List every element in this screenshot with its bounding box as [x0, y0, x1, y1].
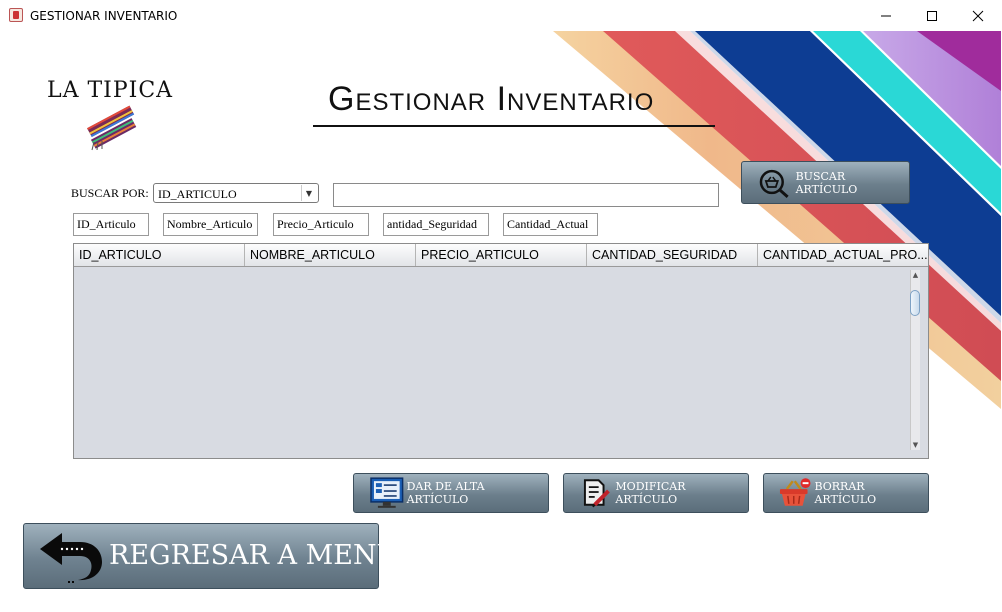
filter-precio-articulo[interactable]: Precio_Articulo: [273, 213, 369, 236]
modify-article-label: MODIFICAR ARTÍCULO: [615, 480, 686, 506]
modify-article-button[interactable]: MODIFICAR ARTÍCULO: [563, 473, 749, 513]
filter-nombre-articulo[interactable]: Nombre_Articulo: [163, 213, 258, 236]
close-button[interactable]: [955, 0, 1001, 31]
inventory-table[interactable]: ID_ARTICULO NOMBRE_ARTICULO PRECIO_ARTIC…: [73, 243, 929, 459]
edit-document-icon: [583, 479, 610, 508]
scroll-down-icon[interactable]: ▼: [911, 440, 920, 450]
page-title: Gestionar Inventario: [328, 80, 655, 118]
vertical-scrollbar[interactable]: ▲ ▼: [910, 270, 920, 450]
search-by-selected-value: ID_ARTICULO: [158, 187, 237, 201]
search-input[interactable]: [333, 183, 719, 207]
search-by-label: BUSCAR POR:: [71, 186, 149, 200]
basket-delete-icon: [779, 478, 811, 506]
delete-article-label: BORRAR ARTÍCULO: [814, 480, 877, 506]
minimize-button[interactable]: [863, 0, 909, 31]
filter-cantidad-seguridad[interactable]: antidad_Seguridad: [383, 213, 489, 236]
add-article-button[interactable]: DAR DE ALTA ARTÍCULO: [353, 473, 549, 513]
maximize-icon: [927, 10, 937, 21]
add-article-label: DAR DE ALTA ARTÍCULO: [406, 480, 485, 506]
scroll-up-icon[interactable]: ▲: [911, 270, 920, 280]
monitor-checklist-icon: [370, 477, 404, 508]
column-header[interactable]: CANTIDAD_ACTUAL_PRO...: [758, 244, 928, 266]
filter-id-articulo[interactable]: ID_Articulo: [73, 213, 149, 236]
java-app-icon: [9, 8, 23, 22]
chevron-down-icon: ▼: [301, 185, 316, 201]
title-underline: [313, 125, 715, 127]
delete-article-button[interactable]: BORRAR ARTÍCULO: [763, 473, 929, 513]
brand-logo-text: LA TIPICA: [47, 78, 174, 103]
column-header[interactable]: CANTIDAD_SEGURIDAD: [587, 244, 758, 266]
search-by-combobox[interactable]: ID_ARTICULO ▼: [153, 183, 319, 203]
close-icon: [972, 10, 984, 21]
filter-cantidad-actual[interactable]: Cantidad_Actual: [503, 213, 598, 236]
back-to-menu-label: REGRESAR A MENÚ: [109, 540, 400, 571]
window-titlebar: GESTIONAR INVENTARIO: [0, 0, 1002, 31]
scroll-thumb[interactable]: [910, 290, 920, 316]
minimize-icon: [881, 15, 891, 16]
window-title: GESTIONAR INVENTARIO: [30, 9, 178, 23]
back-arrow-icon: [40, 533, 102, 583]
search-basket-icon: [759, 169, 789, 198]
column-header[interactable]: PRECIO_ARTICULO: [416, 244, 587, 266]
maximize-button[interactable]: [909, 0, 955, 31]
scarf-logo-image: [86, 104, 141, 156]
search-article-button[interactable]: BUSCAR ARTÍCULO: [741, 161, 910, 204]
back-to-menu-button[interactable]: REGRESAR A MENÚ: [23, 523, 399, 589]
column-header[interactable]: NOMBRE_ARTICULO: [245, 244, 416, 266]
column-header[interactable]: ID_ARTICULO: [74, 244, 245, 266]
search-article-label: BUSCAR ARTÍCULO: [795, 169, 858, 196]
table-header: ID_ARTICULO NOMBRE_ARTICULO PRECIO_ARTIC…: [74, 244, 928, 267]
